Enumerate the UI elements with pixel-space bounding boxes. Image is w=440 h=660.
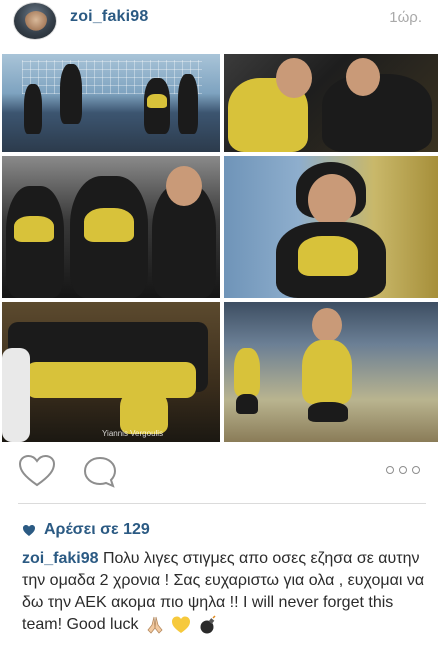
post-header: zoi_faki98 1ώρ. [0,0,440,44]
photo-watermark: Yiannis Vergoulis [102,429,164,438]
collage-photo-fans [224,54,438,152]
post-photo[interactable]: Yiannis Vergoulis [0,54,440,444]
small-heart-icon [23,524,35,536]
collage-photo-player-court [224,302,438,442]
user-avatar[interactable] [13,2,57,40]
ellipsis-icon[interactable] [386,466,420,476]
yellow-heart-icon [172,616,191,633]
post-actions [0,452,440,492]
bomb-icon [200,615,216,634]
post-timestamp: 1ώρ. [389,9,422,26]
likes-count[interactable]: Αρέσει σε 129 [22,521,150,539]
caption-username[interactable]: zoi_faki98 [22,550,98,567]
likes-label: Αρέσει σε 129 [44,521,150,538]
post-caption: zoi_faki98 Πολυ λιγες στιγμες απο οσες ε… [22,548,430,636]
collage-photo-team-huddle [2,156,220,298]
speech-bubble-icon[interactable] [82,455,118,489]
collage-photo-portrait [224,156,438,298]
volleyball-net [22,60,202,94]
praying-hands-icon [147,616,163,634]
divider [18,503,426,504]
heart-outline-icon[interactable] [18,454,56,488]
post-username[interactable]: zoi_faki98 [70,8,148,26]
collage-photo-team-group: Yiannis Vergoulis [2,302,220,442]
collage-photo-court [2,54,220,152]
